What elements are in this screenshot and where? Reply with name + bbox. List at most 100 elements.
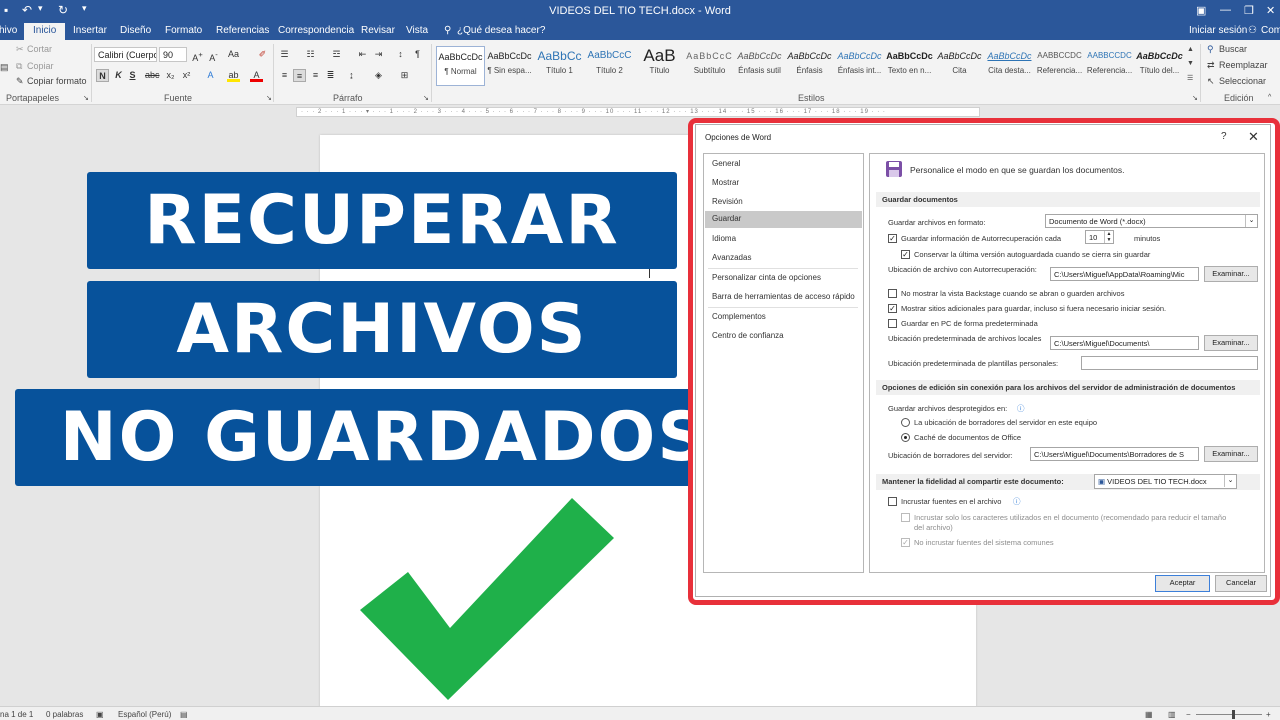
align-left-icon[interactable]: ≡ [278,69,291,82]
change-case-icon[interactable]: Aa [227,48,240,61]
tab-diseno[interactable]: Diseño [120,25,151,36]
text-effects-icon[interactable]: A [204,69,217,82]
tab-vista[interactable]: Vista [406,25,428,36]
decrease-indent-icon[interactable]: ⇤ [356,48,369,61]
nav-guardar[interactable]: Guardar [705,211,862,228]
nav-general[interactable]: General [705,156,862,173]
italic-button[interactable]: K [112,69,125,82]
help-icon[interactable]: ? [1221,131,1227,142]
language-indicator[interactable]: Español (Perú) [118,710,171,719]
subscript-icon[interactable]: x₂ [164,69,177,82]
increase-indent-icon[interactable]: ⇥ [372,48,385,61]
font-size-combo[interactable]: 90 [159,47,187,62]
tab-formato[interactable]: Formato [165,25,202,36]
print-layout-icon[interactable]: ▥ [1168,710,1176,719]
style-quote[interactable]: AaBbCcDc Cita [935,46,984,86]
cancel-button[interactable]: Cancelar [1215,575,1267,592]
ok-button[interactable]: Aceptar [1155,575,1210,592]
radio-office-cache[interactable] [901,433,910,442]
style-normal[interactable]: AaBbCcDc ¶ Normal [436,46,485,86]
font-color-icon[interactable]: A [250,69,263,82]
sort-icon[interactable]: ↕ [394,48,407,61]
zoom-out-icon[interactable]: − [1186,710,1191,719]
page-count[interactable]: na 1 de 1 [0,710,33,719]
paste-icon[interactable]: ▤ [0,62,9,73]
font-launcher-icon[interactable]: ↘ [266,94,272,102]
style-strong[interactable]: AaBbCcDc Texto en n... [885,46,934,86]
minimize-button[interactable]: — [1220,4,1231,16]
style-intense-quote[interactable]: AaBbCcDc Cita desta... [985,46,1034,86]
grow-font-icon[interactable]: A+ [191,48,204,63]
nav-revision[interactable]: Revisión [705,194,862,211]
format-painter-button[interactable]: Copiar formato [27,76,87,86]
underline-button[interactable]: S [126,69,139,82]
style-no-spacing[interactable]: AaBbCcDc ¶ Sin espa... [485,46,534,86]
cut-button[interactable]: Cortar [27,44,52,54]
line-spacing-icon[interactable]: ↨ [345,69,358,82]
find-button[interactable]: Buscar [1219,44,1247,54]
nav-centro-confianza[interactable]: Centro de confianza [705,328,862,345]
horizontal-ruler[interactable]: · · · 2 · · · 1 · · · ▾ · · · 1 · · · 2 … [296,107,980,117]
nav-mostrar[interactable]: Mostrar [705,175,862,192]
drafts-location-field[interactable]: C:\Users\Miguel\Documents\Borradores de … [1030,447,1199,461]
no-system-fonts-checkbox[interactable]: ✓ [901,538,910,547]
close-icon[interactable]: ✕ [1248,129,1259,145]
style-subtitle[interactable]: AaBbCcC Subtítulo [685,46,734,86]
radio-server-drafts[interactable] [901,418,910,427]
tab-inicio[interactable]: Inicio [24,23,66,40]
macro-icon[interactable]: ▤ [180,710,188,719]
tab-insertar[interactable]: Insertar [73,25,107,36]
save-to-pc-checkbox[interactable] [888,319,897,328]
style-heading-2[interactable]: AaBbCcC Título 2 [585,46,634,86]
style-subtle-reference[interactable]: AABBCCDC Referencia... [1035,46,1084,86]
bold-button[interactable]: N [96,69,109,82]
style-intense-reference[interactable]: AABBCCDC Referencia... [1085,46,1134,86]
styles-scroll-up-icon[interactable]: ▲ [1187,46,1194,53]
font-name-combo[interactable]: Calibri (Cuerpo) [94,47,157,62]
multilevel-list-icon[interactable]: ☲ [330,48,343,61]
style-title[interactable]: AaB Título [635,46,684,86]
keep-last-version-checkbox[interactable]: ✓ [901,250,910,259]
browse-default-location-button[interactable]: Examinar... [1204,335,1258,351]
zoom-slider[interactable] [1196,714,1262,715]
shrink-font-icon[interactable]: A- [207,48,220,63]
templates-location-field[interactable] [1081,356,1258,370]
style-subtle-emphasis[interactable]: AaBbCcDc Énfasis sutil [735,46,784,86]
nav-personalizar-cinta[interactable]: Personalizar cinta de opciones [705,270,862,287]
close-button[interactable]: ✕ [1266,4,1275,17]
paragraph-launcher-icon[interactable]: ↘ [423,94,429,102]
show-marks-icon[interactable]: ¶ [411,48,424,61]
clipboard-launcher-icon[interactable]: ↘ [83,94,89,102]
style-intense-emphasis[interactable]: AaBbCcDc Énfasis int... [835,46,884,86]
spin-arrows-icon[interactable]: ▲ ▼ [1104,231,1113,243]
ribbon-display-icon[interactable]: ▣ [1196,4,1206,17]
autorecover-minutes-stepper[interactable]: 10 ▲ ▼ [1085,230,1114,244]
style-heading-1[interactable]: AaBbCc Título 1 [535,46,584,86]
tell-me-box[interactable]: ¿Qué desea hacer? [457,25,545,36]
autorecover-location-field[interactable]: C:\Users\Miguel\AppData\Roaming\Mic [1050,267,1199,281]
proofing-icon[interactable]: ▣ [96,710,104,719]
tab-revisar[interactable]: Revisar [361,25,395,36]
zoom-in-icon[interactable]: + [1266,710,1271,719]
tab-correspondencia[interactable]: Correspondencia [278,25,354,36]
nav-barra-acceso-rapido[interactable]: Barra de herramientas de acceso rápido [705,289,862,306]
autorecover-checkbox[interactable]: ✓ [888,234,897,243]
clear-format-icon[interactable]: ✐ [256,48,269,61]
no-backstage-checkbox[interactable] [888,289,897,298]
sign-in-link[interactable]: Iniciar sesión [1189,25,1247,36]
nav-idioma[interactable]: Idioma [705,231,862,248]
styles-launcher-icon[interactable]: ↘ [1192,94,1198,102]
shading-icon[interactable]: ◈ [372,69,385,82]
browse-autorecover-button[interactable]: Examinar... [1204,266,1258,282]
style-emphasis[interactable]: AaBbCcDc Énfasis [785,46,834,86]
nav-complementos[interactable]: Complementos [705,309,862,326]
bullets-icon[interactable]: ☰ [278,48,291,61]
borders-icon[interactable]: ⊞ [398,69,411,82]
justify-icon[interactable]: ≣ [324,69,337,82]
styles-scroll-down-icon[interactable]: ▼ [1187,60,1194,67]
restore-button[interactable]: ❐ [1244,4,1254,17]
tab-referencias[interactable]: Referencias [216,25,269,36]
replace-button[interactable]: Reemplazar [1219,60,1268,70]
show-places-checkbox[interactable]: ✓ [888,304,897,313]
superscript-icon[interactable]: x² [180,69,193,82]
